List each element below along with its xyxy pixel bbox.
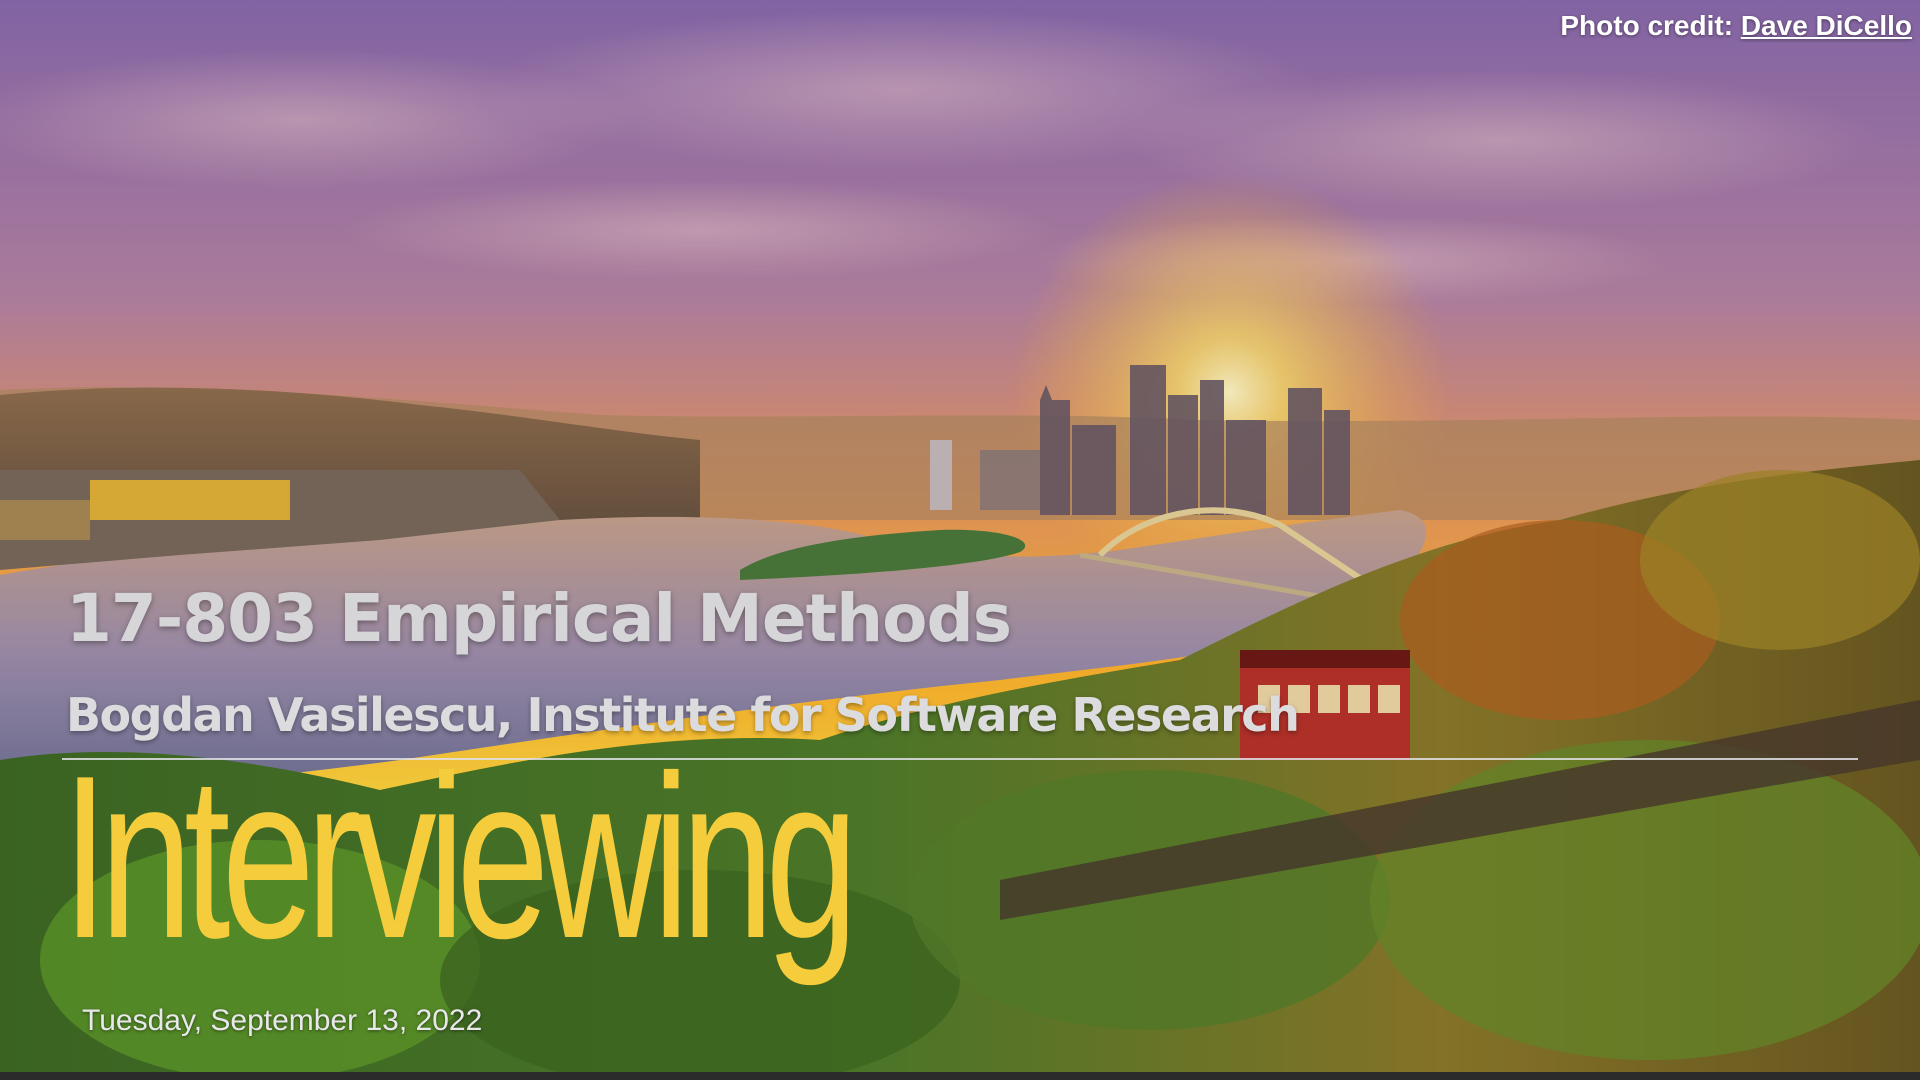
photo-credit-label: Photo credit: xyxy=(1560,10,1734,41)
photo-credit: Photo credit: Dave DiCello xyxy=(1560,10,1912,42)
slide: Photo credit: Dave DiCello 17-803 Empiri… xyxy=(0,0,1920,1072)
course-title: 17-803 Empirical Methods xyxy=(66,580,1012,657)
lecture-title: Interviewing xyxy=(62,728,858,987)
photo-credit-link[interactable]: Dave DiCello xyxy=(1741,10,1912,41)
lecture-date: Tuesday, September 13, 2022 xyxy=(82,1004,483,1037)
bottom-bar xyxy=(0,1072,1920,1080)
